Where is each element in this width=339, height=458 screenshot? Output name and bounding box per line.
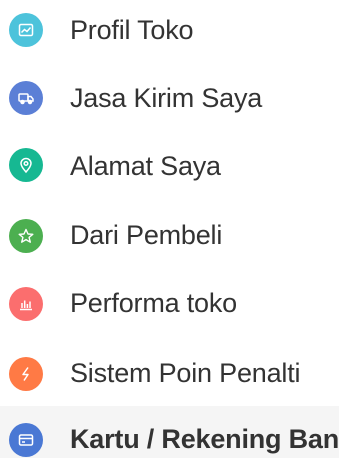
menu-item-kartu-rekening-bank[interactable]: Kartu / Rekening Bank <box>0 406 339 458</box>
store-profile-icon <box>9 13 43 47</box>
menu-item-label: Profil Toko <box>70 15 194 45</box>
delivery-truck-icon <box>9 81 43 115</box>
menu-item-dari-pembeli[interactable]: Dari Pembeli <box>0 198 339 264</box>
menu-item-label: Dari Pembeli <box>70 220 223 250</box>
menu-item-label: Sistem Poin Penalti <box>70 358 301 388</box>
menu-item-profil-toko[interactable]: Profil Toko <box>0 0 339 66</box>
bank-card-icon <box>9 423 43 457</box>
bar-chart-icon <box>9 287 43 321</box>
menu-item-performa-toko[interactable]: Performa toko <box>0 264 339 330</box>
menu-item-alamat-saya[interactable]: Alamat Saya <box>0 132 339 198</box>
menu-item-label: Kartu / Rekening Bank <box>70 424 339 454</box>
menu-item-label: Alamat Saya <box>70 151 221 181</box>
shop-settings-menu: Profil Toko Jasa Kirim Saya Alamat Saya <box>0 0 339 458</box>
menu-item-sistem-poin-penalti[interactable]: Sistem Poin Penalti <box>0 330 339 396</box>
menu-item-label: Performa toko <box>70 288 237 318</box>
lightning-icon <box>9 357 43 391</box>
menu-item-label: Jasa Kirim Saya <box>70 83 263 113</box>
star-icon <box>9 219 43 253</box>
location-pin-icon <box>9 148 43 182</box>
menu-item-jasa-kirim[interactable]: Jasa Kirim Saya <box>0 66 339 132</box>
